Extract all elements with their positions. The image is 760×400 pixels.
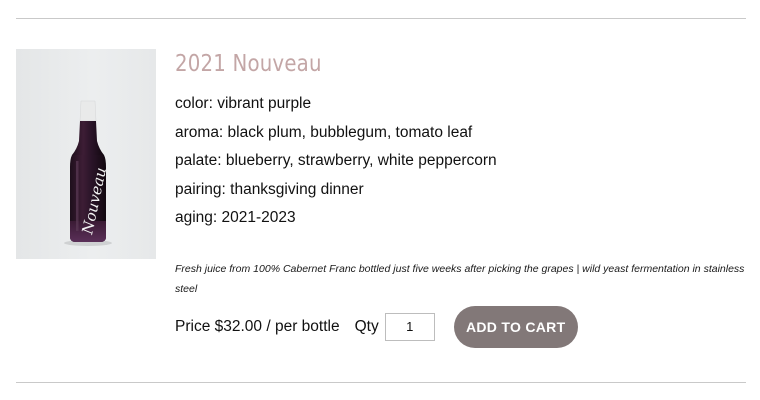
quantity-input[interactable] (384, 312, 435, 341)
qty-label: Qty (354, 317, 379, 335)
price-text: Price $32.00 / per bottle (175, 317, 340, 335)
attribute-aging: aging: 2021-2023 (175, 209, 296, 227)
product-details: 2021 Nouveau color: vibrant purple aroma… (175, 46, 750, 348)
add-to-cart-button[interactable]: ADD TO CART (453, 305, 578, 348)
wine-bottle-image: Nouveau (64, 100, 112, 246)
product-title: 2021 Nouveau (175, 51, 322, 77)
product-image: Nouveau (16, 49, 156, 259)
product-listing: Nouveau 2021 Nouveau color: vibrant purp… (0, 0, 760, 400)
attribute-aroma: aroma: black plum, bubblegum, tomato lea… (175, 123, 473, 141)
attribute-color: color: vibrant purple (175, 95, 312, 112)
attribute-palate: palate: blueberry, strawberry, white pep… (175, 152, 497, 170)
bottom-divider (16, 382, 746, 383)
purchase-row: Price $32.00 / per bottle Qty ADD TO CAR… (175, 305, 750, 348)
top-divider (16, 18, 746, 19)
attribute-pairing: pairing: thanksgiving dinner (175, 180, 364, 198)
product-description: Fresh juice from 100% Cabernet Franc bot… (175, 262, 745, 295)
